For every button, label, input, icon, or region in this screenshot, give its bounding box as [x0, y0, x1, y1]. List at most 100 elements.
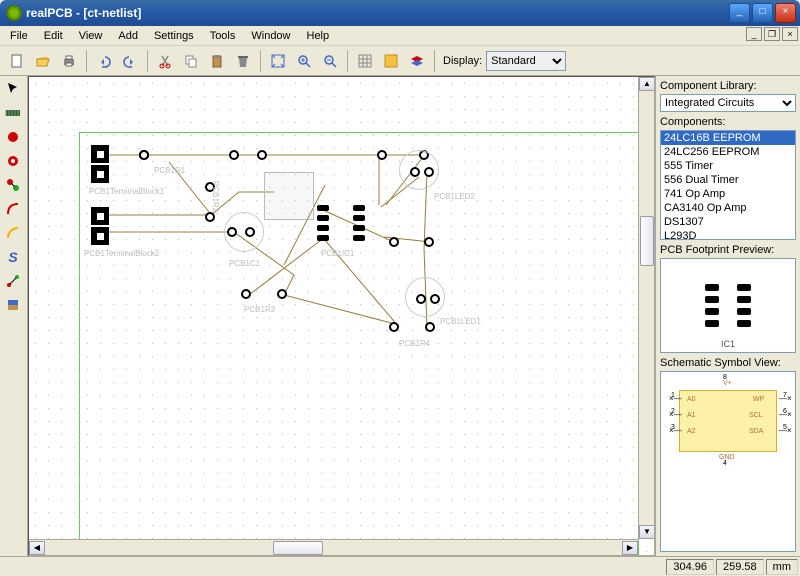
component-list-item[interactable]: 24LC256 EEPROM [661, 145, 795, 159]
dimension-tool[interactable] [2, 270, 24, 292]
component-list-item[interactable]: L293D [661, 229, 795, 240]
pad[interactable] [416, 294, 426, 304]
ic-pads[interactable] [317, 205, 365, 241]
redo-button[interactable] [118, 49, 142, 73]
undo-button[interactable] [92, 49, 116, 73]
ic-pad[interactable] [317, 225, 329, 231]
components-listbox[interactable]: 24LC16B EEPROM24LC256 EEPROM555 Timer556… [660, 130, 796, 240]
pad-filled-tool[interactable] [2, 126, 24, 148]
pad[interactable] [257, 150, 267, 160]
pad[interactable] [377, 150, 387, 160]
horizontal-scrollbar[interactable]: ◀ ▶ [29, 539, 638, 555]
text-tool[interactable]: S [2, 246, 24, 268]
pad-hole-tool[interactable] [2, 150, 24, 172]
components-label: Components: [660, 116, 796, 128]
zoom-fit-button[interactable] [266, 49, 290, 73]
route-tool[interactable] [2, 198, 24, 220]
pad[interactable] [410, 167, 420, 177]
pad[interactable] [205, 212, 215, 222]
display-select[interactable]: Standard [486, 51, 566, 71]
component-list-item[interactable]: DS1307 [661, 215, 795, 229]
open-button[interactable] [31, 49, 55, 73]
component-label: PCB1IC1 [321, 249, 354, 258]
doc-close-button[interactable]: × [782, 27, 798, 41]
new-button[interactable] [5, 49, 29, 73]
pad[interactable] [139, 150, 149, 160]
pad[interactable] [389, 237, 399, 247]
fill-tool[interactable] [2, 294, 24, 316]
package-tool[interactable] [2, 102, 24, 124]
copy-button[interactable] [179, 49, 203, 73]
ic-pad[interactable] [317, 235, 329, 241]
maximize-button[interactable]: □ [752, 3, 773, 23]
menu-edit[interactable]: Edit [36, 28, 71, 44]
paste-button[interactable] [205, 49, 229, 73]
cut-button[interactable] [153, 49, 177, 73]
ic-pad[interactable] [353, 225, 365, 231]
minimize-button[interactable]: _ [729, 3, 750, 23]
component-list-item[interactable]: 555 Timer [661, 159, 795, 173]
menu-add[interactable]: Add [110, 28, 146, 44]
component-list-item[interactable]: 556 Dual Timer [661, 173, 795, 187]
scroll-thumb[interactable] [640, 216, 654, 266]
scroll-left-button[interactable]: ◀ [29, 541, 45, 555]
menu-tools[interactable]: Tools [202, 28, 244, 44]
ic-pad[interactable] [317, 215, 329, 221]
via-tool[interactable] [2, 174, 24, 196]
terminal-pad[interactable] [91, 207, 109, 225]
menu-settings[interactable]: Settings [146, 28, 202, 44]
library-label: Component Library: [660, 80, 796, 92]
library-select[interactable]: Integrated Circuits [660, 94, 796, 112]
symbol-preview: V+ GND A0 A1 A2 WP SCL SDA ×— ×— ×— —× —… [660, 371, 796, 552]
snap-button[interactable] [379, 49, 403, 73]
component-list-item[interactable]: 741 Op Amp [661, 187, 795, 201]
status-bar: 304.96 259.58 mm [0, 556, 800, 576]
pad[interactable] [430, 294, 440, 304]
terminal-pad[interactable] [91, 227, 109, 245]
pad[interactable] [229, 150, 239, 160]
doc-minimize-button[interactable]: _ [746, 27, 762, 41]
menu-view[interactable]: View [71, 28, 111, 44]
grid-button[interactable] [353, 49, 377, 73]
pad[interactable] [424, 167, 434, 177]
print-button[interactable] [57, 49, 81, 73]
arc-tool[interactable] [2, 222, 24, 244]
layers-button[interactable] [405, 49, 429, 73]
zoom-out-button[interactable] [318, 49, 342, 73]
vertical-scrollbar[interactable]: ▲ ▼ [638, 77, 654, 539]
terminal-pad[interactable] [91, 165, 109, 183]
terminal-pad[interactable] [91, 145, 109, 163]
component-label: PCB1LED2 [434, 192, 475, 201]
component-list-item[interactable]: CA3140 Op Amp [661, 201, 795, 215]
zoom-in-button[interactable] [292, 49, 316, 73]
scroll-down-button[interactable]: ▼ [639, 525, 655, 539]
pad[interactable] [241, 289, 251, 299]
ic-pad[interactable] [353, 235, 365, 241]
component-label: PCB1TerminalBlock1 [89, 187, 164, 196]
ic-outline[interactable] [264, 172, 314, 220]
pad[interactable] [389, 322, 399, 332]
scroll-thumb[interactable] [273, 541, 323, 555]
library-panel: Component Library: Integrated Circuits C… [655, 76, 800, 556]
pcb-canvas[interactable]: PCB1TerminalBlock1 PCB1TerminalBlock2 PC… [29, 77, 654, 555]
menu-window[interactable]: Window [243, 28, 298, 44]
close-button[interactable]: × [775, 3, 796, 23]
menu-file[interactable]: File [2, 28, 36, 44]
delete-button[interactable] [231, 49, 255, 73]
select-tool[interactable] [2, 78, 24, 100]
pad[interactable] [425, 322, 435, 332]
pad[interactable] [424, 237, 434, 247]
ic-pad[interactable] [317, 205, 329, 211]
menu-help[interactable]: Help [299, 28, 338, 44]
component-label: PCB1R1 [154, 166, 185, 175]
doc-restore-button[interactable]: ❐ [764, 27, 780, 41]
app-icon [6, 5, 22, 21]
canvas-area[interactable]: PCB1TerminalBlock1 PCB1TerminalBlock2 PC… [28, 76, 655, 556]
component-list-item[interactable]: 24LC16B EEPROM [661, 131, 795, 145]
ic-pad[interactable] [353, 215, 365, 221]
ic-pad[interactable] [353, 205, 365, 211]
scroll-up-button[interactable]: ▲ [639, 77, 655, 91]
pad[interactable] [277, 289, 287, 299]
scroll-right-button[interactable]: ▶ [622, 541, 638, 555]
workspace: S [0, 76, 800, 556]
